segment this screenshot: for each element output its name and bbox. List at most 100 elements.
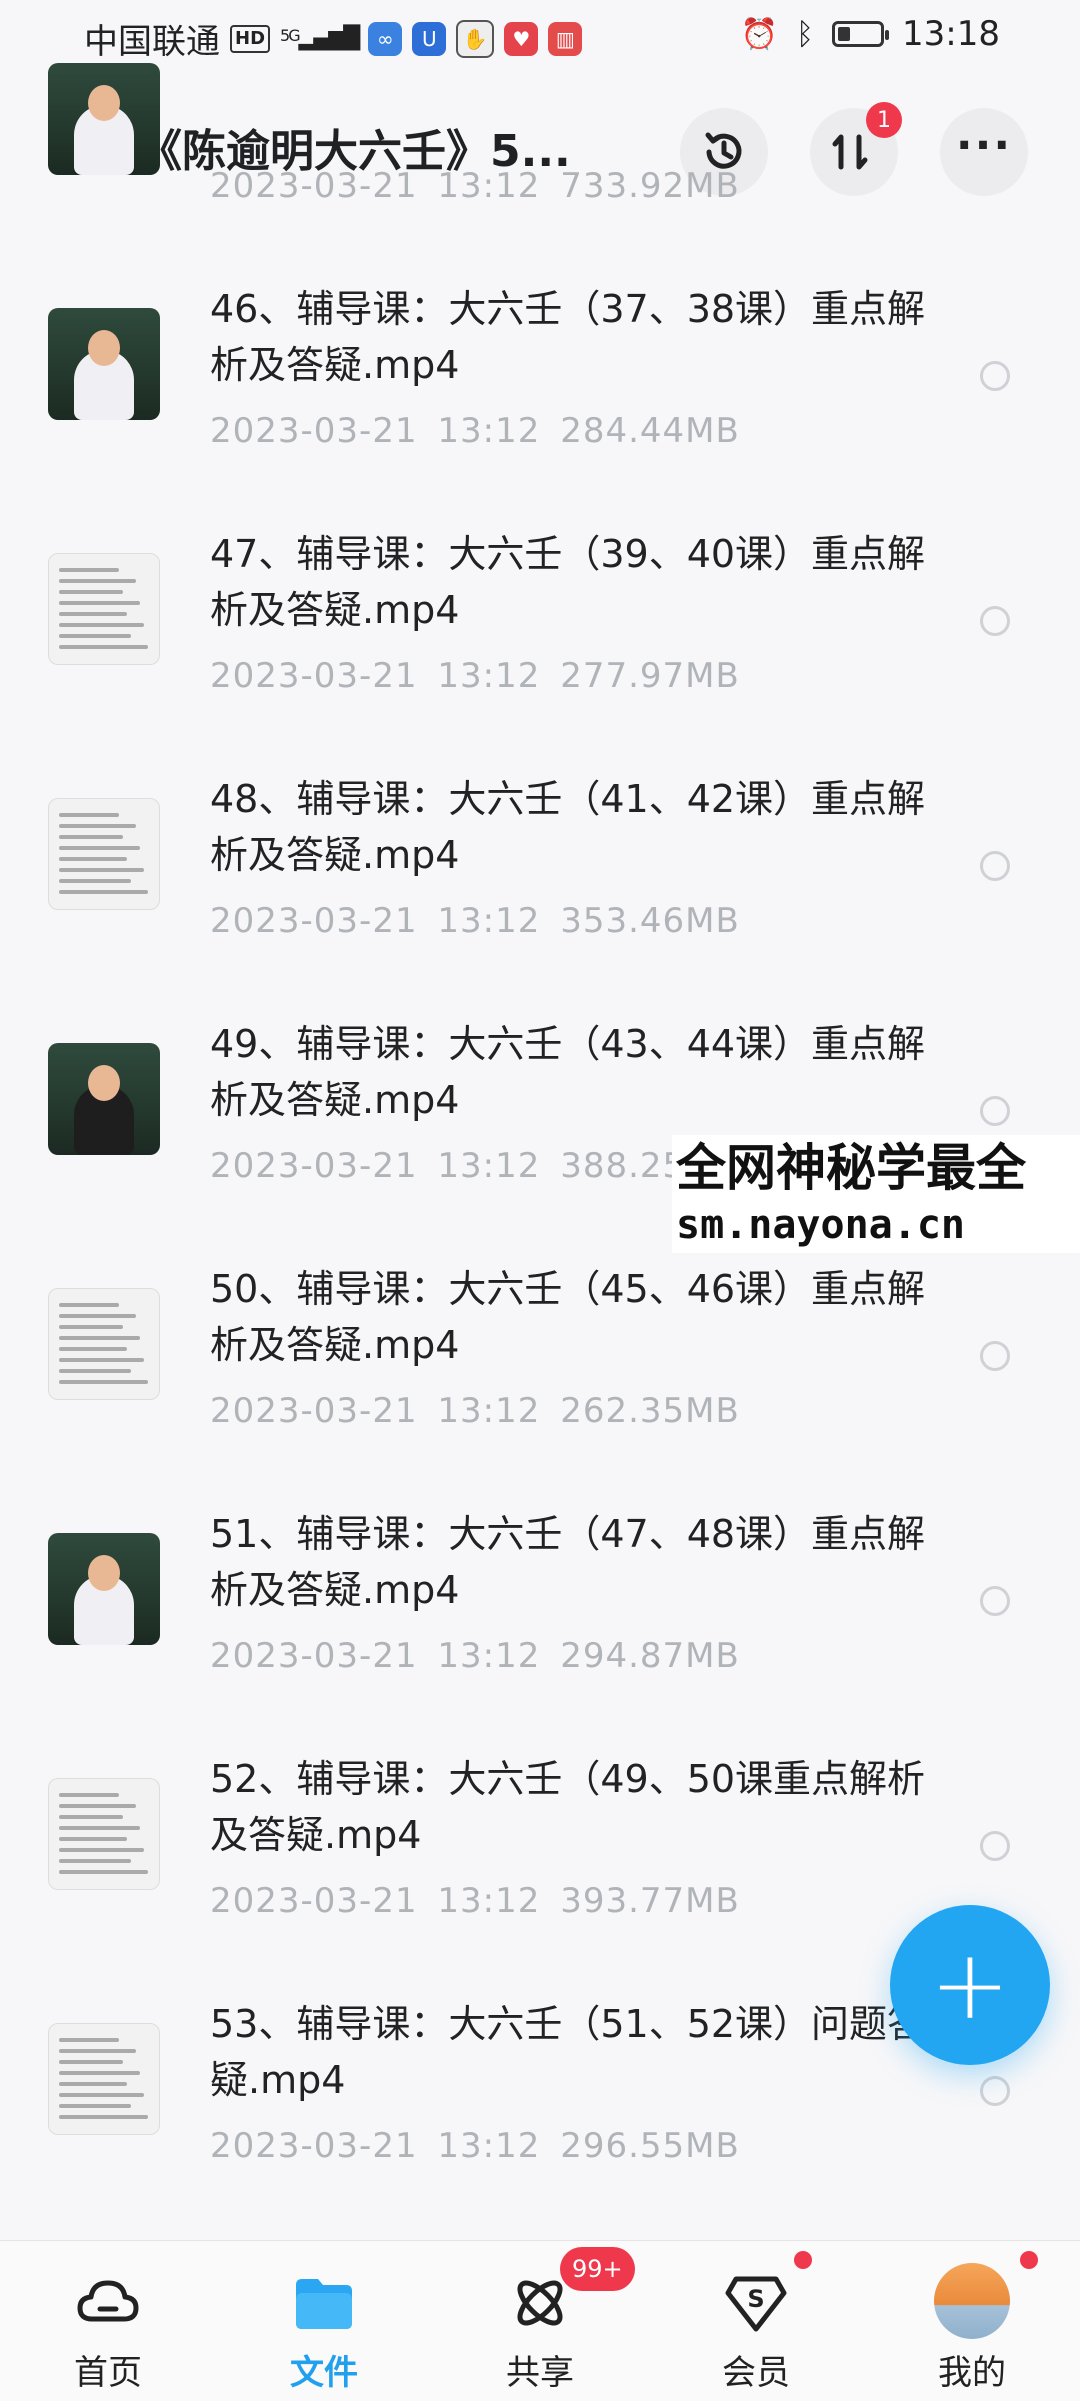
select-radio[interactable] xyxy=(980,1096,1010,1126)
thumbnail-text-line xyxy=(59,1347,127,1351)
thumbnail-text-line xyxy=(59,879,131,883)
watermark-overlay: 全网神秘学最全 sm.nayona.cn xyxy=(672,1135,1080,1253)
tab-me-label: 我的 xyxy=(938,2353,1006,2393)
file-name: 47、辅导课：大六壬（39、40课）重点解析及答疑.mp4 xyxy=(210,532,926,632)
tab-vip[interactable]: S 会员 xyxy=(676,2241,836,2401)
thumbnail-text-line xyxy=(59,1793,119,1797)
thumbnail-text-line xyxy=(59,868,144,872)
thumbnail-text-line xyxy=(59,590,123,594)
file-meta: 2023-03-21 13:12 277.97MB xyxy=(210,656,740,696)
document-thumbnail xyxy=(48,798,160,910)
cloud-icon xyxy=(77,2280,139,2322)
select-radio[interactable] xyxy=(980,1341,1010,1371)
thumbnail-head xyxy=(88,1555,120,1591)
document-thumbnail xyxy=(48,1288,160,1400)
file-row[interactable]: 2023-03-21 13:12 733.92MB xyxy=(0,28,1080,273)
file-meta: 2023-03-21 13:12 284.44MB xyxy=(210,411,740,451)
video-thumbnail xyxy=(48,1533,160,1645)
thumbnail-text-line xyxy=(59,2060,123,2064)
file-row[interactable]: 48、辅导课：大六壬（41、42课）重点解析及答疑.mp4 2023-03-21 … xyxy=(0,763,1080,1008)
share-count-badge: 99+ xyxy=(560,2247,635,2291)
thumbnail-text-line xyxy=(59,2038,119,2042)
file-row[interactable]: 46、辅导课：大六壬（37、38课）重点解析及答疑.mp4 2023-03-21 … xyxy=(0,273,1080,518)
avatar-icon xyxy=(934,2263,1010,2339)
thumbnail-text-line xyxy=(59,1358,144,1362)
thumbnail-text-line xyxy=(59,1826,140,1830)
video-thumbnail xyxy=(48,308,160,420)
thumbnail-text-line xyxy=(59,1369,131,1373)
select-radio[interactable] xyxy=(980,2076,1010,2106)
thumbnail-text-line xyxy=(59,645,148,649)
file-meta: 2023-03-21 13:12 353.46MB xyxy=(210,901,740,941)
select-radio[interactable] xyxy=(980,361,1010,391)
thumbnail-text-line xyxy=(59,2115,148,2119)
file-row[interactable]: 50、辅导课：大六壬（45、46课）重点解析及答疑.mp4 2023-03-21 … xyxy=(0,1253,1080,1498)
thumbnail-text-line xyxy=(59,623,144,627)
thumbnail-text-line xyxy=(59,2104,131,2108)
file-name: 53、辅导课：大六壬（51、52课）问题答疑.mp4 xyxy=(210,2002,926,2102)
document-thumbnail xyxy=(48,553,160,665)
tab-home[interactable]: 首页 xyxy=(28,2241,188,2401)
tab-files-label: 文件 xyxy=(290,2353,358,2393)
thumbnail-text-line xyxy=(59,2082,127,2086)
file-name: 46、辅导课：大六壬（37、38课）重点解析及答疑.mp4 xyxy=(210,287,926,387)
thumbnail-text-line xyxy=(59,1870,148,1874)
select-radio[interactable] xyxy=(980,1586,1010,1616)
file-name: 49、辅导课：大六壬（43、44课）重点解析及答疑.mp4 xyxy=(210,1022,926,1122)
watermark-line2: sm.nayona.cn xyxy=(676,1202,965,1248)
document-thumbnail xyxy=(48,1778,160,1890)
tab-me[interactable]: 我的 xyxy=(892,2241,1052,2401)
thumbnail-text-line xyxy=(59,568,119,572)
tab-home-label: 首页 xyxy=(74,2353,142,2393)
file-meta: 2023-03-21 13:12 262.35MB xyxy=(210,1391,740,1431)
diamond-s-icon: S xyxy=(725,2276,787,2332)
watermark-line1: 全网神秘学最全 xyxy=(676,1139,1026,1197)
tab-share-label: 共享 xyxy=(506,2353,574,2393)
thumbnail-text-line xyxy=(59,1380,148,1384)
tab-vip-label: 会员 xyxy=(722,2353,790,2393)
thumbnail-text-line xyxy=(59,1848,144,1852)
thumbnail-text-line xyxy=(59,813,119,817)
select-radio[interactable] xyxy=(980,851,1010,881)
video-thumbnail xyxy=(48,1043,160,1155)
file-row[interactable]: 51、辅导课：大六壬（47、48课）重点解析及答疑.mp4 2023-03-21 … xyxy=(0,1498,1080,1743)
thumbnail-text-line xyxy=(59,634,131,638)
thumbnail-text-line xyxy=(59,1804,136,1808)
plus-icon: + xyxy=(929,1929,1011,2041)
select-radio[interactable] xyxy=(980,606,1010,636)
thumbnail-text-line xyxy=(59,2093,144,2097)
thumbnail-text-line xyxy=(59,1837,127,1841)
thumbnail-text-line xyxy=(59,835,123,839)
thumbnail-text-line xyxy=(59,857,127,861)
me-notification-dot xyxy=(1020,2251,1038,2269)
tab-share[interactable]: 99+ 共享 xyxy=(460,2241,635,2401)
thumbnail-text-line xyxy=(59,2071,140,2075)
file-row[interactable]: 47、辅导课：大六壬（39、40课）重点解析及答疑.mp4 2023-03-21 … xyxy=(0,518,1080,763)
thumbnail-head xyxy=(88,85,120,121)
select-radio[interactable] xyxy=(980,1831,1010,1861)
file-meta: 2023-03-21 13:12 733.92MB xyxy=(210,166,740,206)
video-thumbnail xyxy=(48,63,160,175)
thumbnail-head xyxy=(88,330,120,366)
file-meta: 2023-03-21 13:12 294.87MB xyxy=(210,1636,740,1676)
vip-notification-dot xyxy=(794,2251,812,2269)
thumbnail-text-line xyxy=(59,1859,131,1863)
file-name: 50、辅导课：大六壬（45、46课）重点解析及答疑.mp4 xyxy=(210,1267,926,1367)
thumbnail-text-line xyxy=(59,1303,119,1307)
thumbnail-text-line xyxy=(59,846,140,850)
svg-text:S: S xyxy=(747,2285,764,2313)
tab-files[interactable]: 文件 xyxy=(244,2241,404,2401)
thumbnail-text-line xyxy=(59,1336,140,1340)
add-button[interactable]: + xyxy=(890,1905,1050,2065)
thumbnail-text-line xyxy=(59,579,136,583)
file-name: 51、辅导课：大六壬（47、48课）重点解析及答疑.mp4 xyxy=(210,1512,926,1612)
file-name: 52、辅导课：大六壬（49、50课重点解析及答疑.mp4 xyxy=(210,1757,926,1857)
folder-icon xyxy=(296,2279,352,2329)
thumbnail-text-line xyxy=(59,890,148,894)
thumbnail-text-line xyxy=(59,1314,136,1318)
thumbnail-text-line xyxy=(59,1815,123,1819)
file-name: 48、辅导课：大六壬（41、42课）重点解析及答疑.mp4 xyxy=(210,777,926,877)
thumbnail-text-line xyxy=(59,2049,136,2053)
document-thumbnail xyxy=(48,2023,160,2135)
file-meta: 2023-03-21 13:12 296.55MB xyxy=(210,2126,740,2166)
